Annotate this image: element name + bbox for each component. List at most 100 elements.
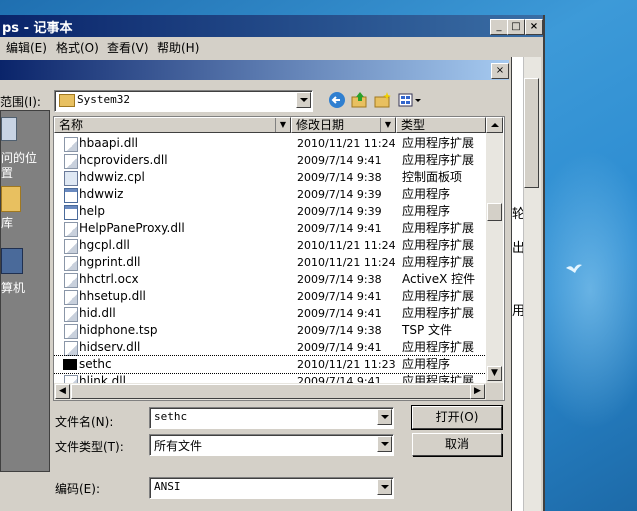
file-date: 2009/7/14 9:41 — [297, 307, 382, 320]
file-date: 2009/7/14 9:39 — [297, 205, 382, 218]
sort-arrow-icon[interactable]: ▼ — [275, 118, 290, 132]
chevron-down-icon[interactable] — [377, 436, 392, 452]
open-button[interactable]: 打开(O) — [411, 405, 503, 430]
scroll-down-button[interactable]: ▼ — [487, 366, 502, 381]
file-date: 2010/11/21 11:24 — [297, 137, 396, 150]
view-menu-icon[interactable] — [398, 91, 422, 109]
file-type: 应用程序扩展 — [402, 340, 475, 354]
dll-icon — [64, 239, 78, 254]
scroll-left-button[interactable]: ◀ — [55, 384, 70, 399]
scroll-right-button[interactable]: ▶ — [470, 384, 485, 399]
scrollbar-corner — [486, 383, 503, 400]
maximize-button[interactable]: □ — [507, 19, 525, 35]
look-in-dropdown[interactable]: System32 — [54, 90, 313, 112]
file-row[interactable]: hhsetup.dll 2009/7/14 9:41 应用程序扩展 — [54, 288, 486, 305]
file-row[interactable]: sethc 2010/11/21 11:23 应用程序 — [54, 355, 487, 374]
back-icon[interactable] — [328, 91, 346, 109]
dll-icon — [64, 256, 78, 271]
file-name: hidserv.dll — [79, 340, 141, 354]
column-header-type[interactable]: 类型 — [396, 117, 486, 133]
file-row[interactable]: hbaapi.dll 2010/11/21 11:24 应用程序扩展 — [54, 135, 486, 152]
file-list-vertical-scrollbar[interactable]: ▼ — [486, 133, 503, 383]
menu-help[interactable]: 帮助(H) — [157, 39, 199, 56]
file-type: 应用程序扩展 — [402, 221, 475, 235]
dll-icon — [64, 290, 78, 305]
file-name: hhsetup.dll — [79, 289, 146, 303]
dialog-close-button[interactable]: × — [491, 63, 509, 79]
notepad-scroll-thumb[interactable] — [524, 78, 539, 188]
file-row[interactable]: hidphone.tsp 2009/7/14 9:38 TSP 文件 — [54, 322, 486, 339]
file-date: 2009/7/14 9:38 — [297, 324, 382, 337]
filetype-label: 文件类型(T): — [55, 440, 124, 454]
cpl-icon — [64, 171, 78, 186]
chevron-down-icon[interactable] — [377, 479, 392, 495]
file-type: 应用程序 — [402, 187, 451, 201]
filename-input[interactable]: sethc — [149, 407, 394, 429]
scroll-thumb[interactable] — [487, 203, 502, 221]
scroll-up-button[interactable] — [486, 117, 503, 133]
up-folder-icon[interactable] — [351, 91, 369, 109]
file-date: 2009/7/14 9:41 — [297, 341, 382, 354]
file-date: 2009/7/14 9:39 — [297, 188, 382, 201]
file-date: 2009/7/14 9:41 — [297, 154, 382, 167]
dll-icon — [64, 222, 78, 237]
file-date: 2009/7/14 9:38 — [297, 273, 382, 286]
places-recent-label-2[interactable]: 置 — [1, 164, 13, 181]
file-row[interactable]: hhctrl.ocx 2009/7/14 9:38 ActiveX 控件 — [54, 271, 486, 288]
file-name: help — [79, 204, 105, 218]
file-row[interactable]: help 2009/7/14 9:39 应用程序 — [54, 203, 486, 220]
file-date: 2009/7/14 9:41 — [297, 222, 382, 235]
menu-edit[interactable]: 编辑(E) — [6, 39, 47, 56]
look-in-label: 范围(I): — [0, 95, 41, 109]
file-type: TSP 文件 — [402, 323, 452, 337]
file-date: 2010/11/21 11:23 — [297, 358, 396, 371]
file-type: ActiveX 控件 — [402, 272, 476, 286]
minimize-button[interactable]: _ — [490, 19, 508, 35]
new-folder-icon[interactable] — [374, 91, 392, 109]
column-header-name[interactable]: 名称 ▼ — [54, 117, 291, 133]
horizontal-scroll-thumb[interactable] — [71, 384, 471, 399]
file-name: hgcpl.dll — [79, 238, 130, 252]
file-row[interactable]: hidserv.dll 2009/7/14 9:41 应用程序扩展 — [54, 339, 486, 356]
file-name: hhctrl.ocx — [79, 272, 139, 286]
computer-icon[interactable] — [1, 248, 23, 274]
chevron-down-icon[interactable] — [296, 92, 311, 108]
recent-places-icon[interactable] — [1, 117, 17, 141]
chevron-down-icon[interactable] — [377, 409, 392, 425]
library-icon[interactable] — [1, 186, 21, 212]
file-list[interactable]: 名称 ▼ 修改日期 ▼ 类型 hbaapi.dll 2010/11/21 11:2… — [53, 116, 505, 401]
close-button[interactable]: × — [525, 19, 543, 35]
file-row[interactable]: hdwwiz 2009/7/14 9:39 应用程序 — [54, 186, 486, 203]
notepad-title: ps - 记事本 — [2, 21, 73, 36]
places-computer-label[interactable]: 算机 — [1, 279, 25, 296]
file-type: 应用程序 — [402, 357, 451, 371]
file-name: hbaapi.dll — [79, 136, 138, 150]
dll-icon — [64, 341, 78, 356]
file-type: 应用程序扩展 — [402, 306, 475, 320]
file-row[interactable]: hdwwiz.cpl 2009/7/14 9:38 控制面板项 — [54, 169, 486, 186]
sort-arrow-icon[interactable]: ▼ — [380, 118, 395, 132]
file-name: hdwwiz — [79, 187, 124, 201]
encoding-value: ANSI — [154, 480, 181, 493]
file-row[interactable]: hgprint.dll 2010/11/21 11:24 应用程序扩展 — [54, 254, 486, 271]
encoding-dropdown[interactable]: ANSI — [149, 477, 394, 499]
menu-format[interactable]: 格式(O) — [56, 39, 99, 56]
menu-view[interactable]: 查看(V) — [107, 39, 149, 56]
file-type: 应用程序扩展 — [402, 153, 475, 167]
filetype-dropdown[interactable]: 所有文件 — [149, 434, 394, 456]
file-type: 应用程序 — [402, 204, 451, 218]
file-row[interactable]: hid.dll 2009/7/14 9:41 应用程序扩展 — [54, 305, 486, 322]
file-row[interactable]: HelpPaneProxy.dll 2009/7/14 9:41 应用程序扩展 — [54, 220, 486, 237]
file-name: sethc — [79, 357, 112, 371]
cancel-button[interactable]: 取消 — [412, 433, 502, 456]
places-library-label[interactable]: 库 — [1, 214, 13, 231]
file-row[interactable]: hgcpl.dll 2010/11/21 11:24 应用程序扩展 — [54, 237, 486, 254]
filename-value: sethc — [154, 410, 188, 423]
column-header-date[interactable]: 修改日期 ▼ — [291, 117, 396, 133]
file-row[interactable]: hcproviders.dll 2009/7/14 9:41 应用程序扩展 — [54, 152, 486, 169]
dialog-title-bar — [0, 60, 509, 80]
exe-icon — [64, 205, 78, 220]
file-list-horizontal-scrollbar[interactable]: ◀ ▶ — [54, 383, 486, 400]
file-date: 2009/7/14 9:41 — [297, 290, 382, 303]
file-type: 控制面板项 — [402, 170, 463, 184]
